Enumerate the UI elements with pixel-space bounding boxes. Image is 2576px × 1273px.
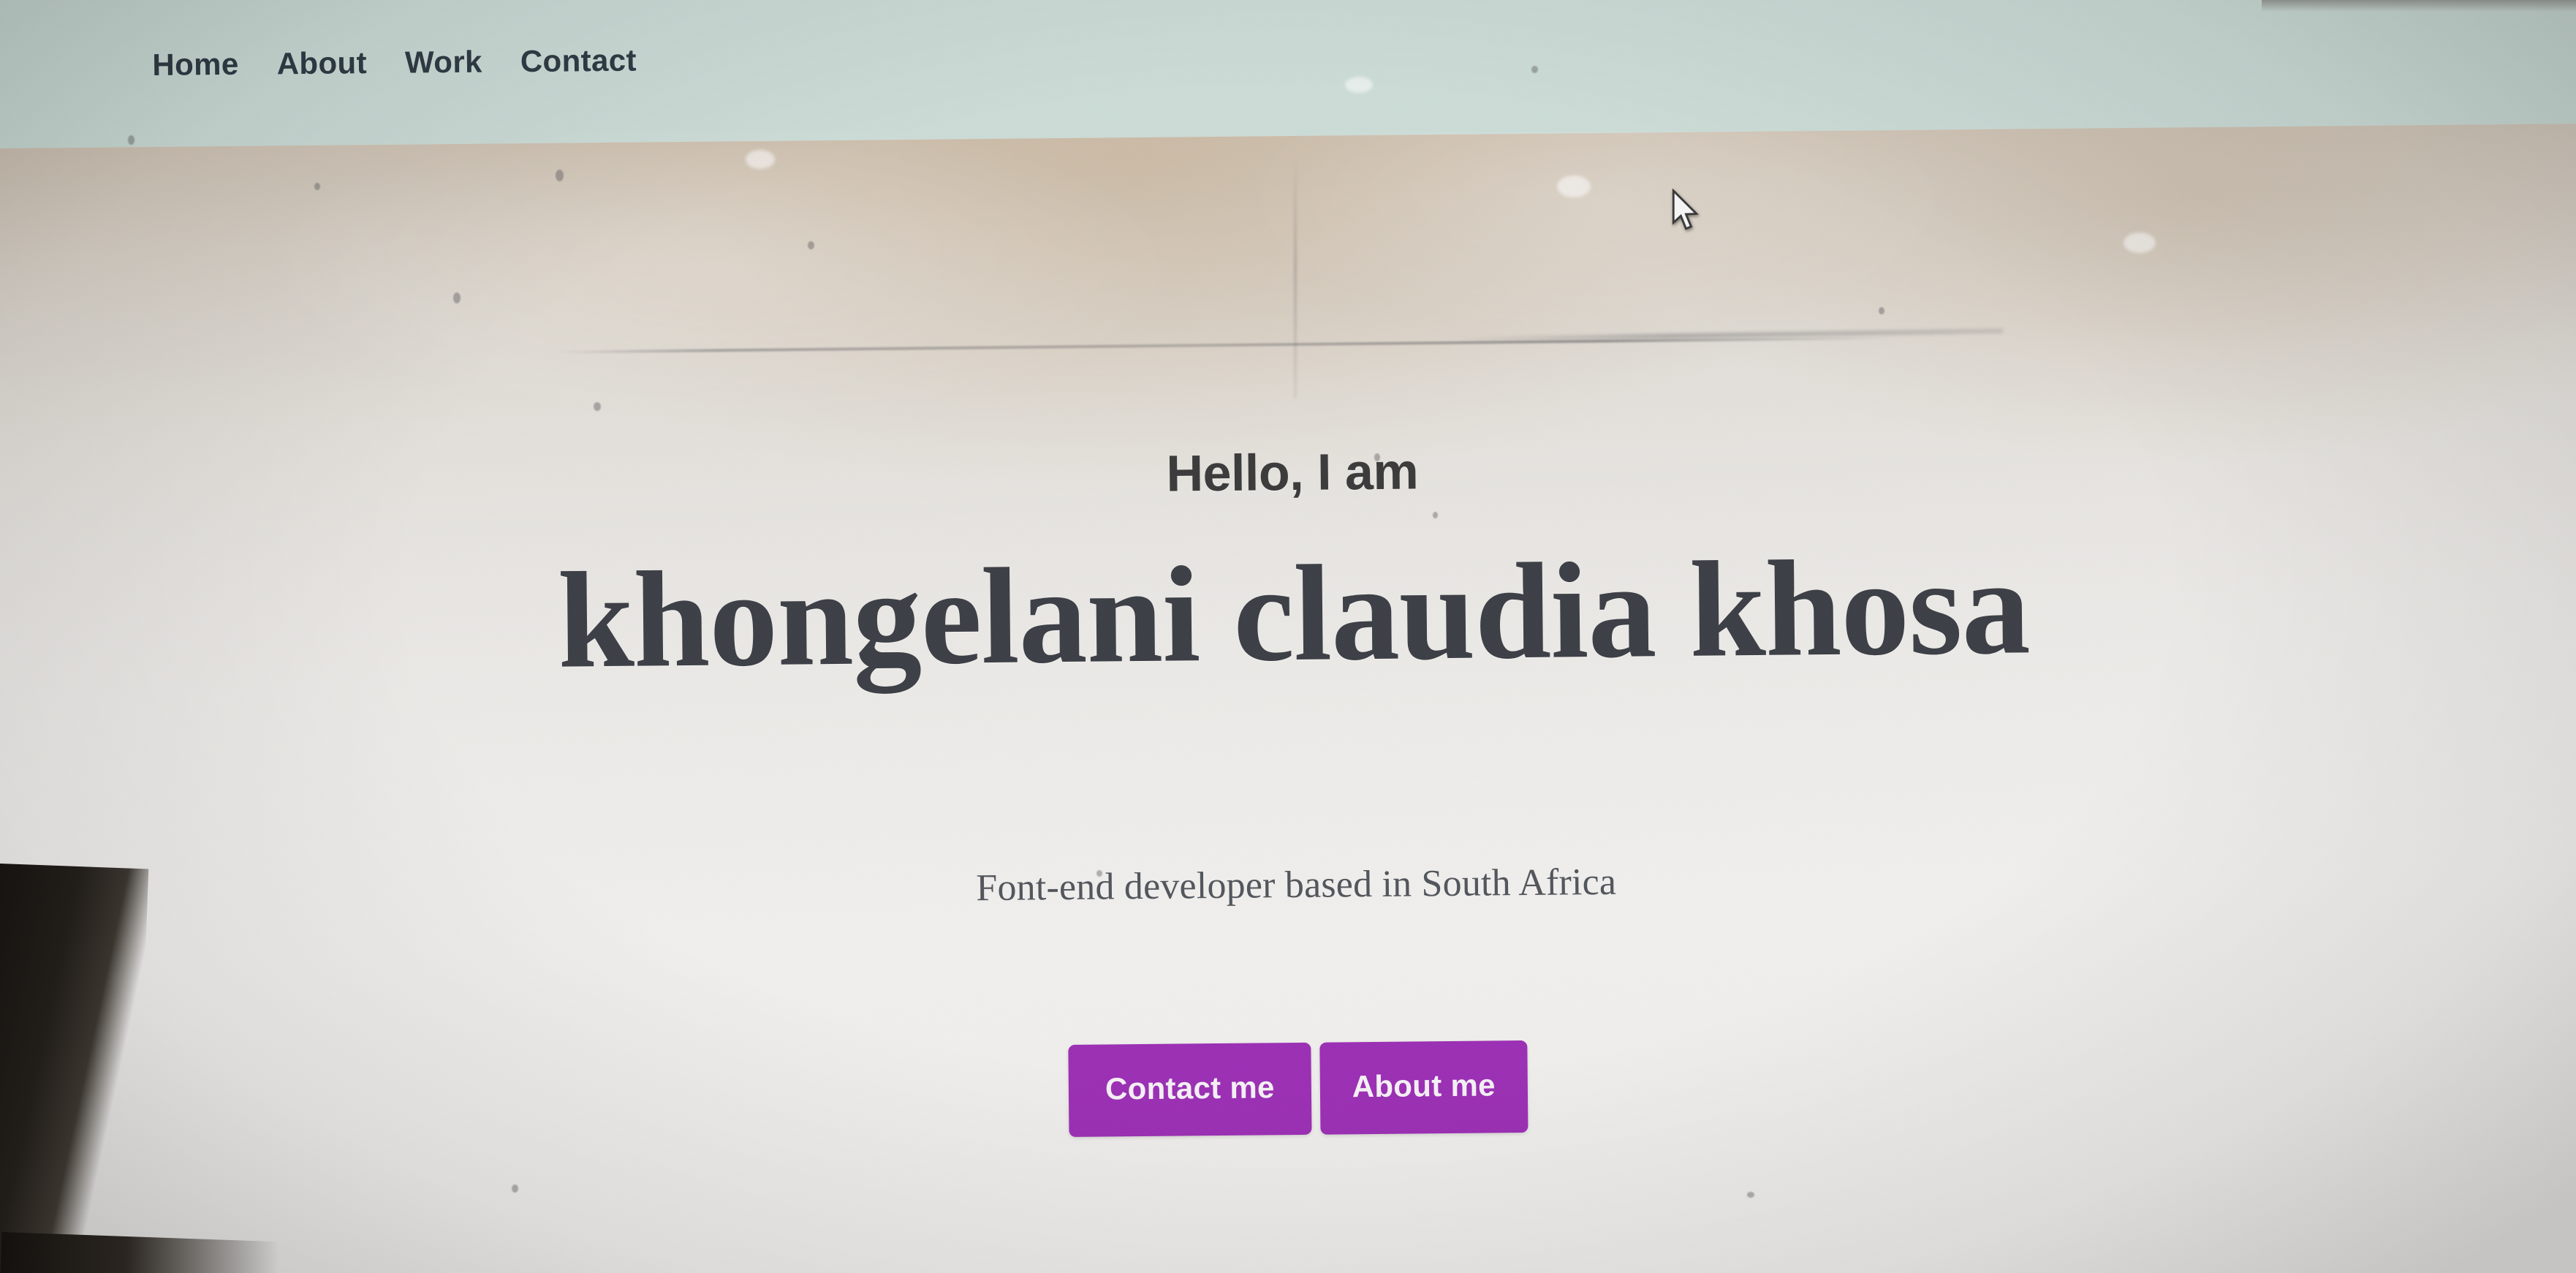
webpage-screen: Home About Work Contact Hello, I am khon… bbox=[0, 0, 2576, 1273]
hero-button-row: Contact me About me bbox=[1068, 1040, 1528, 1138]
monitor-photo: Home About Work Contact Hello, I am khon… bbox=[0, 0, 2576, 1273]
nav-link-work[interactable]: Work bbox=[405, 45, 482, 80]
nav-link-about[interactable]: About bbox=[276, 45, 367, 81]
about-me-button[interactable]: About me bbox=[1319, 1040, 1528, 1136]
nav-link-home[interactable]: Home bbox=[152, 47, 239, 83]
top-navigation-bar: Home About Work Contact bbox=[0, 0, 2576, 149]
hero-greeting: Hello, I am bbox=[1166, 442, 1419, 502]
nav-link-contact[interactable]: Contact bbox=[520, 43, 637, 80]
hero-tagline: Font-end developer based in South Africa bbox=[976, 861, 1617, 910]
hero-name-heading: khongelani claudia khosa bbox=[556, 529, 2031, 697]
hero-section: Hello, I am khongelani claudia khosa Fon… bbox=[0, 123, 2576, 1273]
contact-me-button[interactable]: Contact me bbox=[1068, 1043, 1312, 1138]
